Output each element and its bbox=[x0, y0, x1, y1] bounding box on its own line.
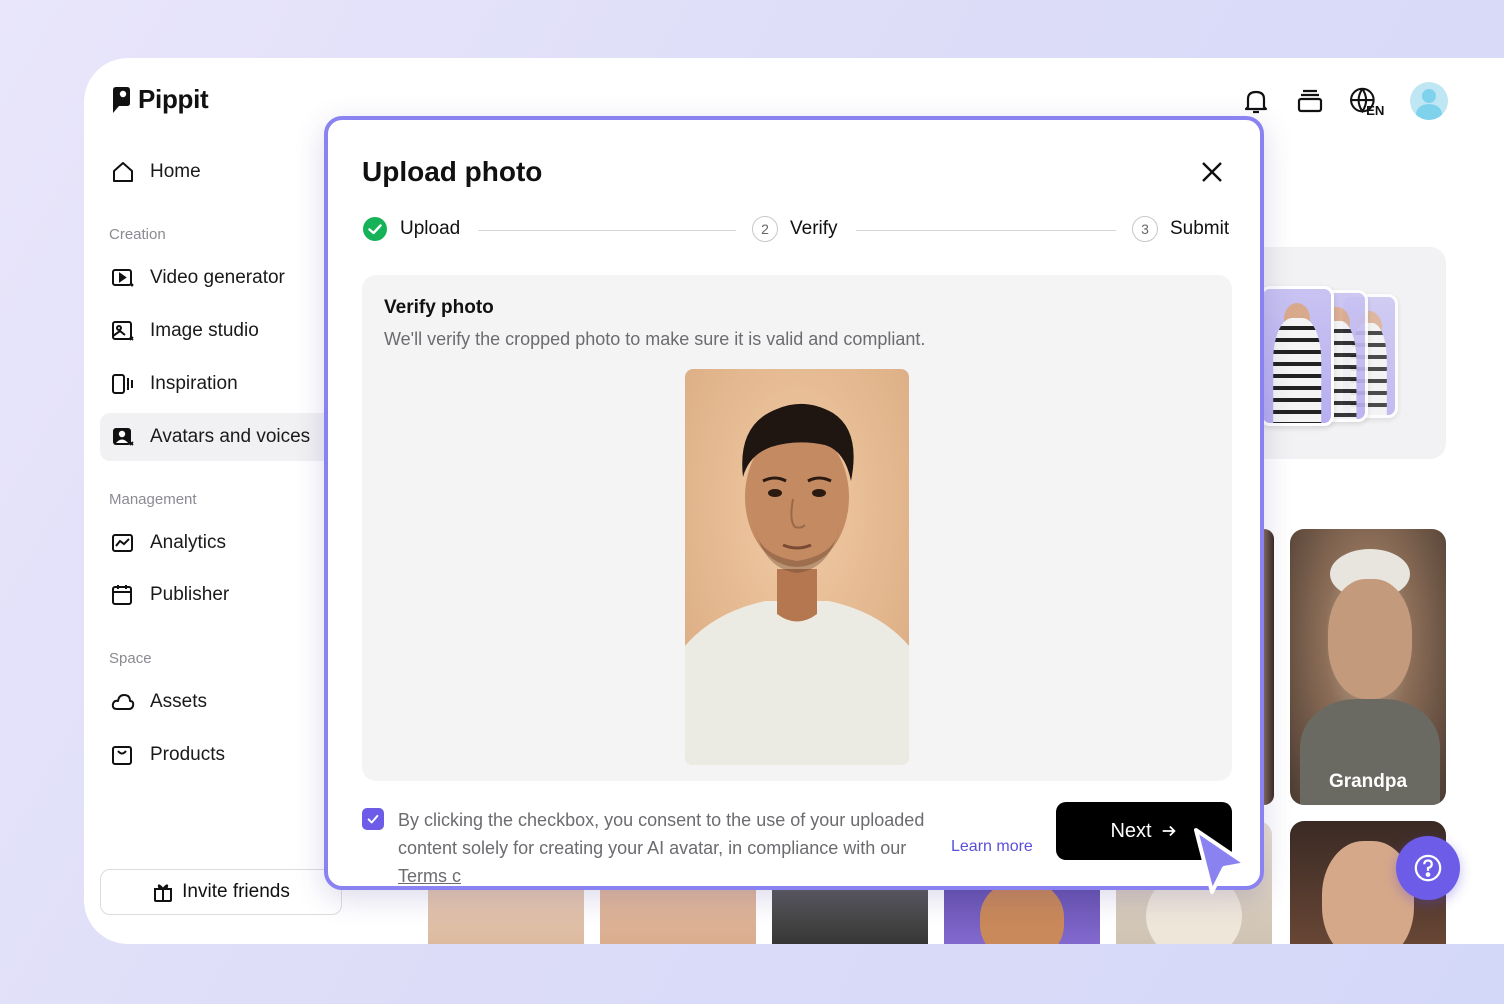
stepper: Upload 2 Verify 3 Submit bbox=[362, 216, 1232, 246]
sidebar-item-label: Avatars and voices bbox=[150, 426, 311, 447]
analytics-icon bbox=[112, 534, 133, 552]
upload-photo-dialog: Upload photo Upload 2 Verify 3 Submit Ve… bbox=[324, 116, 1264, 890]
video-generator-icon bbox=[112, 269, 134, 287]
cloud-icon bbox=[111, 694, 135, 710]
section-label-creation: Creation bbox=[109, 226, 166, 243]
terms-link[interactable]: Terms c bbox=[398, 866, 461, 886]
avatar[interactable] bbox=[1410, 82, 1448, 120]
promo-avatar-thumbnail bbox=[1260, 286, 1334, 426]
brand-name: Pippit bbox=[138, 84, 209, 114]
verify-description: We'll verify the cropped photo to make s… bbox=[384, 329, 926, 349]
consent-text-body: By clicking the checkbox, you consent to… bbox=[398, 810, 925, 858]
pippit-logo-icon bbox=[113, 86, 130, 113]
sidebar-item-label: Video generator bbox=[150, 267, 285, 288]
header-actions: EN bbox=[1240, 82, 1448, 120]
logo[interactable]: Pippit bbox=[110, 84, 209, 115]
sidebar-item-label: Image studio bbox=[150, 320, 259, 341]
inspiration-icon bbox=[112, 374, 133, 394]
section-label-space: Space bbox=[109, 650, 152, 667]
sidebar-item-video-generator[interactable]: Video generator bbox=[100, 254, 325, 302]
verify-photo-panel: Verify photo We'll verify the cropped ph… bbox=[362, 275, 1232, 781]
avatar-icon bbox=[113, 428, 134, 446]
sidebar-item-label: Assets bbox=[150, 691, 208, 712]
consent-checkbox[interactable] bbox=[362, 808, 384, 830]
sidebar-item-label: Products bbox=[150, 744, 225, 765]
language-code: EN bbox=[1366, 103, 1384, 117]
sidebar-item-avatars-and-voices[interactable]: Avatars and voices bbox=[100, 413, 340, 461]
step-number: 3 bbox=[1132, 216, 1158, 242]
sidebar-item-assets[interactable]: Assets bbox=[100, 678, 325, 726]
step-upload: Upload bbox=[362, 216, 460, 242]
sidebar-item-products[interactable]: Products bbox=[100, 731, 325, 779]
sidebar-item-label: Home bbox=[150, 161, 201, 182]
section-label-management: Management bbox=[109, 491, 197, 508]
sidebar-item-image-studio[interactable]: Image studio bbox=[100, 307, 325, 355]
invite-friends-button[interactable]: Invite friends bbox=[100, 869, 342, 915]
sidebar-item-label: Analytics bbox=[150, 532, 227, 553]
stack-icon[interactable] bbox=[1294, 85, 1326, 117]
arrow-right-icon bbox=[1162, 825, 1176, 837]
mouse-cursor-icon bbox=[1194, 828, 1248, 894]
sidebar-item-label: Publisher bbox=[150, 584, 230, 605]
avatar-tile-label: Grandpa bbox=[1328, 771, 1408, 792]
sidebar-item-publisher[interactable]: Publisher bbox=[100, 571, 325, 619]
step-label: Verify bbox=[790, 218, 838, 239]
portrait-image bbox=[685, 369, 909, 765]
sidebar-item-label: Inspiration bbox=[150, 373, 238, 394]
product-bag-icon bbox=[112, 746, 132, 765]
home-icon bbox=[113, 162, 133, 182]
gift-icon bbox=[154, 884, 173, 902]
verify-title: Verify photo bbox=[384, 297, 494, 318]
learn-more-link[interactable]: Learn more bbox=[951, 838, 1033, 856]
step-label: Submit bbox=[1170, 218, 1230, 239]
sidebar-item-analytics[interactable]: Analytics bbox=[100, 519, 325, 567]
calendar-icon bbox=[112, 585, 132, 605]
invite-friends-label: Invite friends bbox=[182, 881, 290, 902]
dialog-title: Upload photo bbox=[362, 156, 543, 187]
step-connector bbox=[856, 230, 1116, 231]
sidebar-item-inspiration[interactable]: Inspiration bbox=[100, 360, 325, 408]
next-button-label: Next bbox=[1110, 819, 1152, 842]
help-button[interactable] bbox=[1396, 836, 1460, 900]
step-connector bbox=[478, 230, 736, 231]
image-studio-icon bbox=[112, 321, 134, 341]
consent-row: By clicking the checkbox, you consent to… bbox=[362, 806, 1042, 890]
cropped-photo-preview bbox=[685, 369, 909, 765]
face-shape bbox=[1328, 579, 1412, 699]
check-circle-icon bbox=[363, 217, 387, 241]
avatar-tile-grandpa[interactable]: Grandpa bbox=[1290, 529, 1446, 805]
bell-icon[interactable] bbox=[1240, 85, 1272, 117]
check-icon bbox=[367, 814, 379, 824]
sidebar-item-home[interactable]: Home bbox=[100, 148, 325, 196]
step-number: 2 bbox=[752, 216, 778, 242]
step-verify: 2 Verify bbox=[752, 216, 838, 242]
globe-icon[interactable]: EN bbox=[1348, 85, 1388, 117]
step-submit: 3 Submit bbox=[1132, 216, 1229, 242]
step-label: Upload bbox=[400, 218, 461, 239]
close-icon[interactable] bbox=[1198, 158, 1226, 186]
consent-text: By clicking the checkbox, you consent to… bbox=[398, 806, 958, 890]
face-shape bbox=[980, 881, 1064, 944]
question-mark-icon bbox=[1414, 854, 1442, 882]
